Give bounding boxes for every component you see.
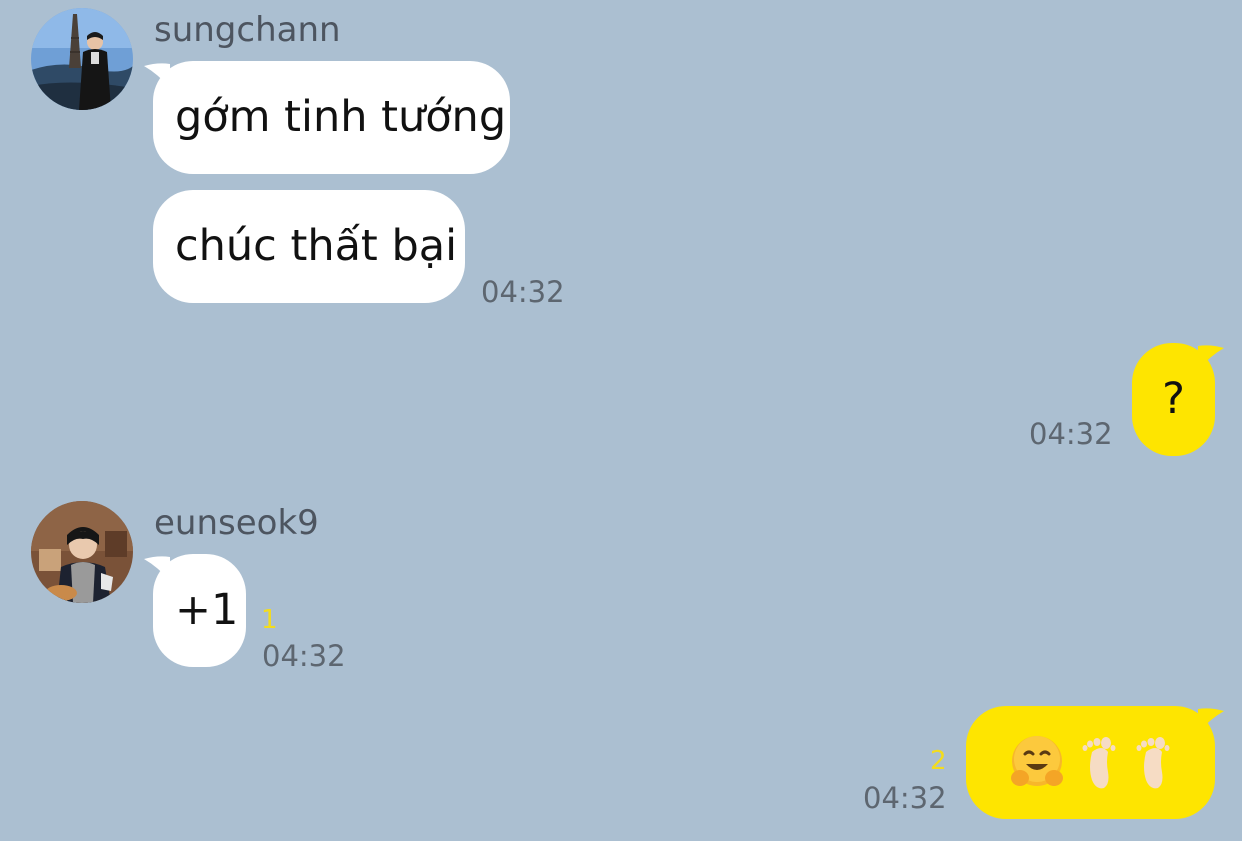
unread-count: 1 xyxy=(261,605,278,635)
message-bubble-own[interactable] xyxy=(966,706,1215,819)
message-bubble[interactable]: gớm tinh tướng xyxy=(153,61,510,174)
footprint-emoji-icon xyxy=(1082,736,1115,788)
profile-photo-icon xyxy=(31,501,133,603)
bubble-tail xyxy=(1198,708,1224,733)
unread-count: 2 xyxy=(930,746,947,776)
hugging-face-emoji-icon xyxy=(1010,735,1063,786)
message-timestamp: 04:32 xyxy=(1029,417,1113,451)
sungchann-avatar[interactable] xyxy=(31,8,133,110)
profile-photo-icon xyxy=(31,8,133,110)
emoji-row xyxy=(1008,734,1174,792)
sender-name: sungchann xyxy=(154,10,341,50)
message-text: ? xyxy=(1162,374,1185,424)
message-timestamp: 04:32 xyxy=(481,275,565,309)
footprint-emoji-icon xyxy=(1136,736,1169,788)
message-bubble[interactable]: chúc thất bại xyxy=(153,190,465,303)
sender-name: eunseok9 xyxy=(154,503,319,543)
eunseok9-avatar[interactable] xyxy=(31,501,133,603)
bubble-tail xyxy=(1198,345,1224,370)
message-bubble[interactable]: +1 xyxy=(153,554,246,667)
message-text: gớm tinh tướng xyxy=(175,92,507,142)
message-timestamp: 04:32 xyxy=(863,781,947,815)
message-timestamp: 04:32 xyxy=(262,639,346,673)
message-text: chúc thất bại xyxy=(175,221,458,271)
message-text: +1 xyxy=(175,585,239,635)
